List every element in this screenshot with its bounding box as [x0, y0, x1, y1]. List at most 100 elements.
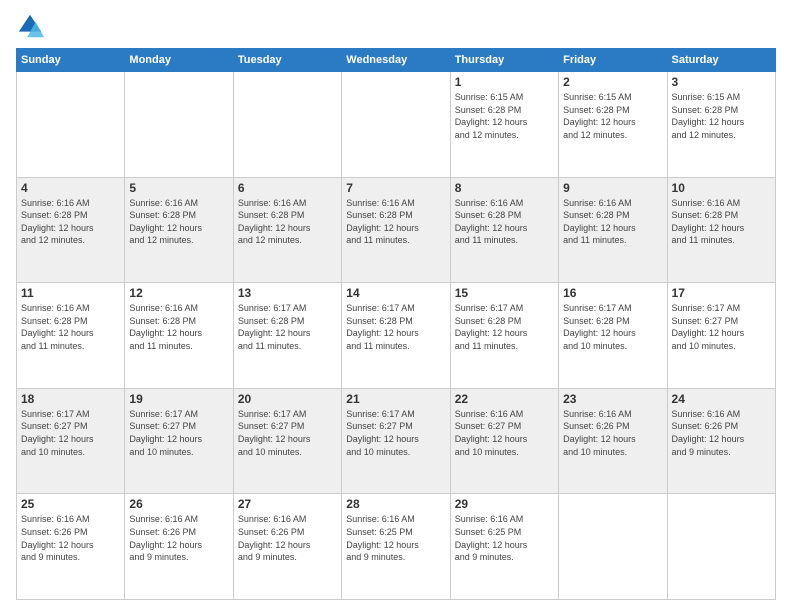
day-info: Sunrise: 6:16 AMSunset: 6:26 PMDaylight:…: [238, 513, 337, 563]
day-info: Sunrise: 6:16 AMSunset: 6:26 PMDaylight:…: [672, 408, 771, 458]
calendar-cell: [342, 72, 450, 178]
day-info: Sunrise: 6:17 AMSunset: 6:27 PMDaylight:…: [346, 408, 445, 458]
calendar-cell: 2Sunrise: 6:15 AMSunset: 6:28 PMDaylight…: [559, 72, 667, 178]
day-number: 1: [455, 75, 554, 89]
day-info: Sunrise: 6:16 AMSunset: 6:26 PMDaylight:…: [563, 408, 662, 458]
day-info: Sunrise: 6:15 AMSunset: 6:28 PMDaylight:…: [563, 91, 662, 141]
day-info: Sunrise: 6:16 AMSunset: 6:28 PMDaylight:…: [455, 197, 554, 247]
day-number: 27: [238, 497, 337, 511]
day-number: 24: [672, 392, 771, 406]
calendar-cell: 28 Sunrise: 6:16 AMSunset: 6:25 PMDayligh…: [342, 494, 450, 600]
calendar-cell: 19 Sunrise: 6:17 AMSunset: 6:27 PMDayligh…: [125, 388, 233, 494]
day-number: 18: [21, 392, 120, 406]
day-number: 23: [563, 392, 662, 406]
day-number: 19: [129, 392, 228, 406]
day-number: 3: [672, 75, 771, 89]
calendar-cell: 1 Sunrise: 6:15 AMSunset: 6:28 PMDaylight…: [450, 72, 558, 178]
calendar-table: SundayMondayTuesdayWednesdayThursdayFrid…: [16, 48, 776, 600]
weekday-header-sunday: Sunday: [17, 49, 125, 72]
day-info: Sunrise: 6:16 AMSunset: 6:28 PMDaylight:…: [672, 197, 771, 247]
calendar-cell: 3 Sunrise: 6:15 AMSunset: 6:28 PMDaylight…: [667, 72, 775, 178]
weekday-header-row: SundayMondayTuesdayWednesdayThursdayFrid…: [17, 49, 776, 72]
day-number: 10: [672, 181, 771, 195]
calendar-cell: 17 Sunrise: 6:17 AMSunset: 6:27 PMDayligh…: [667, 283, 775, 389]
day-number: 15: [455, 286, 554, 300]
week-row-2: 4 Sunrise: 6:16 AMSunset: 6:28 PMDaylight…: [17, 177, 776, 283]
weekday-header-monday: Monday: [125, 49, 233, 72]
day-info: Sunrise: 6:16 AMSunset: 6:27 PMDaylight:…: [455, 408, 554, 458]
day-info: Sunrise: 6:16 AMSunset: 6:28 PMDaylight:…: [129, 197, 228, 247]
calendar-cell: 4 Sunrise: 6:16 AMSunset: 6:28 PMDaylight…: [17, 177, 125, 283]
calendar-cell: 10 Sunrise: 6:16 AMSunset: 6:28 PMDayligh…: [667, 177, 775, 283]
calendar-cell: 9Sunrise: 6:16 AMSunset: 6:28 PMDaylight…: [559, 177, 667, 283]
calendar-cell: [667, 494, 775, 600]
weekday-header-tuesday: Tuesday: [233, 49, 341, 72]
day-number: 20: [238, 392, 337, 406]
calendar-cell: 6 Sunrise: 6:16 AMSunset: 6:28 PMDaylight…: [233, 177, 341, 283]
day-number: 16: [563, 286, 662, 300]
weekday-header-saturday: Saturday: [667, 49, 775, 72]
calendar-cell: 13 Sunrise: 6:17 AMSunset: 6:28 PMDayligh…: [233, 283, 341, 389]
day-number: 25: [21, 497, 120, 511]
week-row-1: 1 Sunrise: 6:15 AMSunset: 6:28 PMDaylight…: [17, 72, 776, 178]
day-info: Sunrise: 6:16 AMSunset: 6:25 PMDaylight:…: [346, 513, 445, 563]
calendar-cell: 20Sunrise: 6:17 AMSunset: 6:27 PMDayligh…: [233, 388, 341, 494]
page: SundayMondayTuesdayWednesdayThursdayFrid…: [0, 0, 792, 612]
day-number: 22: [455, 392, 554, 406]
day-info: Sunrise: 6:17 AMSunset: 6:28 PMDaylight:…: [455, 302, 554, 352]
day-number: 14: [346, 286, 445, 300]
calendar-cell: 15 Sunrise: 6:17 AMSunset: 6:28 PMDayligh…: [450, 283, 558, 389]
day-number: 7: [346, 181, 445, 195]
calendar-cell: [233, 72, 341, 178]
calendar-cell: [17, 72, 125, 178]
day-number: 11: [21, 286, 120, 300]
day-number: 6: [238, 181, 337, 195]
weekday-header-wednesday: Wednesday: [342, 49, 450, 72]
calendar-cell: 16 Sunrise: 6:17 AMSunset: 6:28 PMDayligh…: [559, 283, 667, 389]
day-number: 29: [455, 497, 554, 511]
day-info: Sunrise: 6:17 AMSunset: 6:28 PMDaylight:…: [563, 302, 662, 352]
day-info: Sunrise: 6:16 AMSunset: 6:28 PMDaylight:…: [129, 302, 228, 352]
calendar-cell: 23 Sunrise: 6:16 AMSunset: 6:26 PMDayligh…: [559, 388, 667, 494]
day-number: 26: [129, 497, 228, 511]
day-info: Sunrise: 6:17 AMSunset: 6:28 PMDaylight:…: [238, 302, 337, 352]
day-number: 5: [129, 181, 228, 195]
day-number: 8: [455, 181, 554, 195]
day-info: Sunrise: 6:16 AMSunset: 6:26 PMDaylight:…: [129, 513, 228, 563]
day-number: 21: [346, 392, 445, 406]
day-info: Sunrise: 6:15 AMSunset: 6:28 PMDaylight:…: [672, 91, 771, 141]
day-number: 12: [129, 286, 228, 300]
weekday-header-thursday: Thursday: [450, 49, 558, 72]
calendar-cell: 8 Sunrise: 6:16 AMSunset: 6:28 PMDaylight…: [450, 177, 558, 283]
day-number: 4: [21, 181, 120, 195]
day-number: 28: [346, 497, 445, 511]
calendar-cell: 7 Sunrise: 6:16 AMSunset: 6:28 PMDaylight…: [342, 177, 450, 283]
calendar-cell: 5 Sunrise: 6:16 AMSunset: 6:28 PMDaylight…: [125, 177, 233, 283]
calendar-cell: 29 Sunrise: 6:16 AMSunset: 6:25 PMDayligh…: [450, 494, 558, 600]
day-info: Sunrise: 6:17 AMSunset: 6:27 PMDaylight:…: [21, 408, 120, 458]
weekday-header-friday: Friday: [559, 49, 667, 72]
day-info: Sunrise: 6:16 AMSunset: 6:28 PMDaylight:…: [21, 197, 120, 247]
week-row-4: 18 Sunrise: 6:17 AMSunset: 6:27 PMDayligh…: [17, 388, 776, 494]
calendar-cell: 12 Sunrise: 6:16 AMSunset: 6:28 PMDayligh…: [125, 283, 233, 389]
calendar-cell: [559, 494, 667, 600]
day-info: Sunrise: 6:17 AMSunset: 6:27 PMDaylight:…: [672, 302, 771, 352]
calendar-cell: 25Sunrise: 6:16 AMSunset: 6:26 PMDayligh…: [17, 494, 125, 600]
day-info: Sunrise: 6:16 AMSunset: 6:25 PMDaylight:…: [455, 513, 554, 563]
day-number: 17: [672, 286, 771, 300]
day-info: Sunrise: 6:16 AMSunset: 6:28 PMDaylight:…: [238, 197, 337, 247]
day-number: 9: [563, 181, 662, 195]
day-info: Sunrise: 6:17 AMSunset: 6:27 PMDaylight:…: [129, 408, 228, 458]
calendar-cell: 26 Sunrise: 6:16 AMSunset: 6:26 PMDayligh…: [125, 494, 233, 600]
day-info: Sunrise: 6:16 AMSunset: 6:28 PMDaylight:…: [346, 197, 445, 247]
calendar-cell: [125, 72, 233, 178]
week-row-3: 11 Sunrise: 6:16 AMSunset: 6:28 PMDayligh…: [17, 283, 776, 389]
day-info: Sunrise: 6:17 AMSunset: 6:28 PMDaylight:…: [346, 302, 445, 352]
calendar-cell: 14 Sunrise: 6:17 AMSunset: 6:28 PMDayligh…: [342, 283, 450, 389]
day-info: Sunrise: 6:15 AMSunset: 6:28 PMDaylight:…: [455, 91, 554, 141]
day-number: 13: [238, 286, 337, 300]
calendar-cell: 21 Sunrise: 6:17 AMSunset: 6:27 PMDayligh…: [342, 388, 450, 494]
logo-icon: [16, 12, 44, 40]
calendar-cell: 27 Sunrise: 6:16 AMSunset: 6:26 PMDayligh…: [233, 494, 341, 600]
week-row-5: 25 Sunrise: 6:16 AMSunset: 6:26 PMDayligh…: [17, 494, 776, 600]
